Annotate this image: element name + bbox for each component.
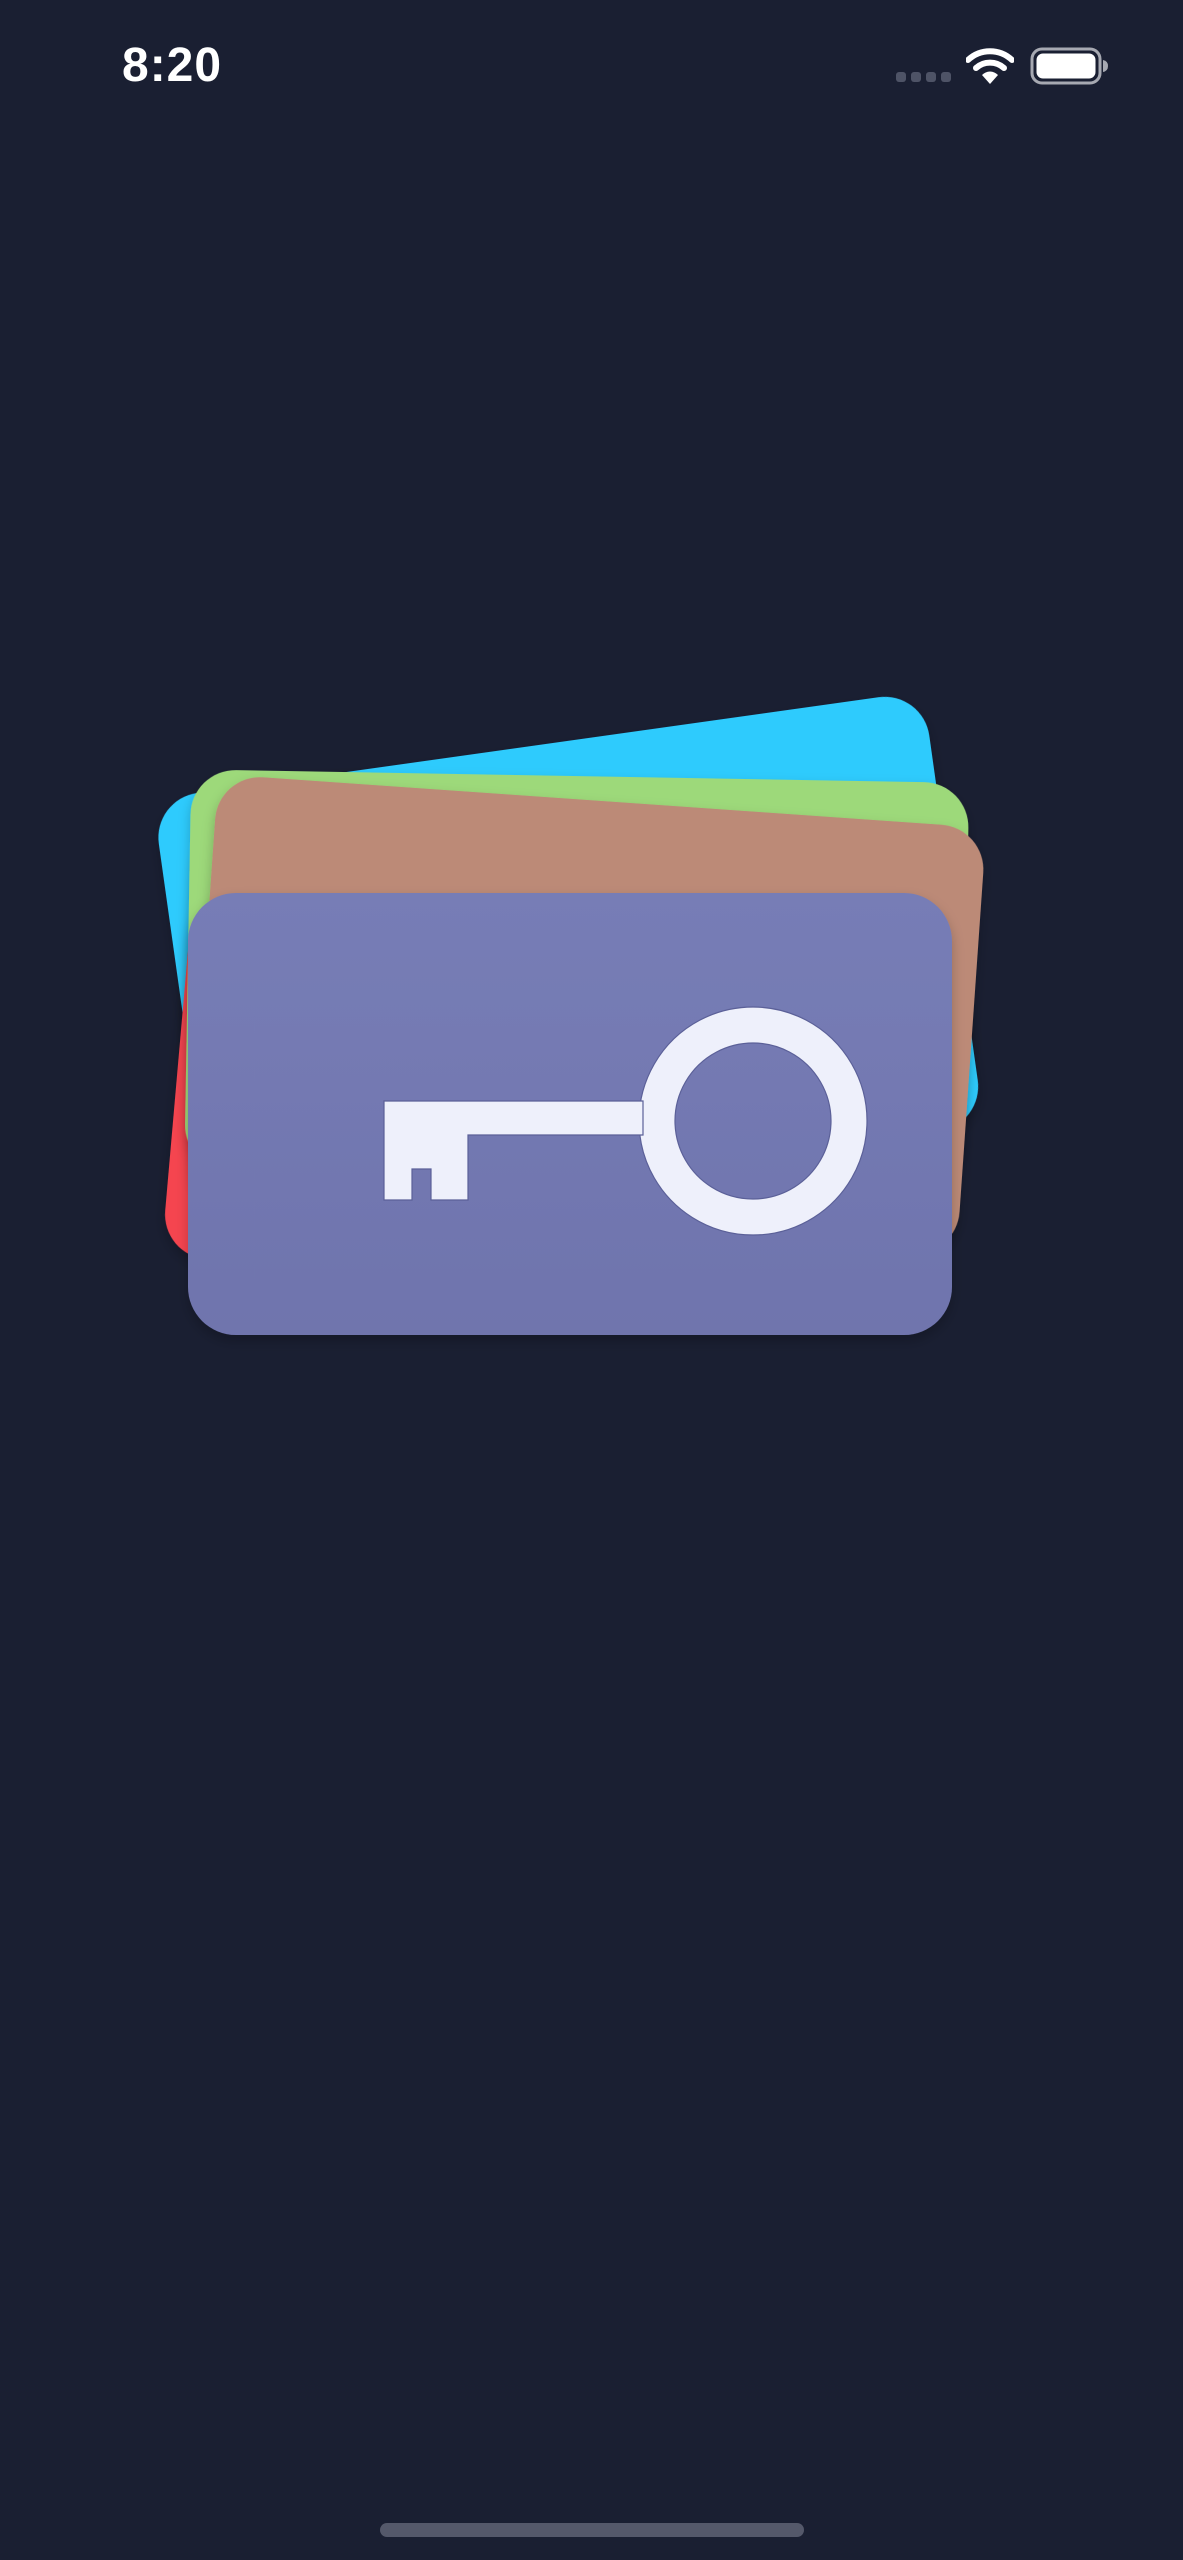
cellular-signal-dots-icon bbox=[896, 72, 952, 84]
status-time: 8:20 bbox=[122, 39, 223, 92]
home-indicator[interactable] bbox=[380, 2523, 804, 2537]
stacked-cards-key-icon bbox=[158, 696, 984, 1335]
status-bar: 8:20 bbox=[0, 0, 1183, 140]
wifi-icon bbox=[966, 48, 1014, 84]
battery-icon bbox=[1030, 47, 1108, 85]
